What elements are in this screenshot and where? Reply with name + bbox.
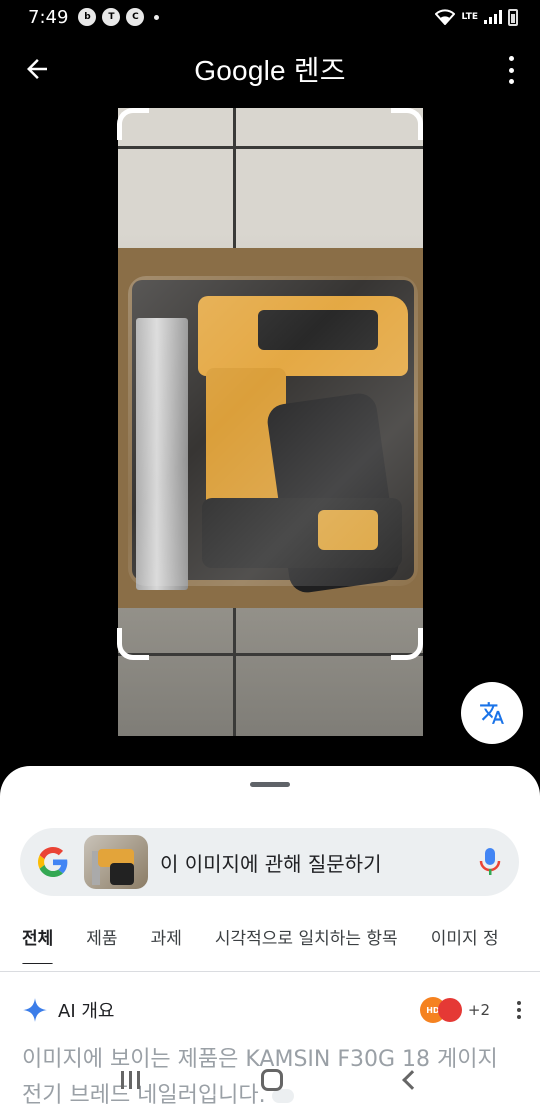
cardboard-box [118,248,423,608]
google-g-icon [38,847,68,877]
tile-grout [118,146,423,149]
ai-overview-header: AI 개요 HD +2 [22,992,522,1028]
image-thumbnail[interactable] [84,835,148,889]
tab-image-info[interactable]: 이미지 정 [431,924,499,964]
tab-homework[interactable]: 과제 [151,924,182,964]
tab-visual-matches[interactable]: 시각적으로 일치하는 항목 [215,924,398,964]
page-title: Google 렌즈 [194,55,346,86]
crop-handle-top-right[interactable] [391,108,423,140]
source-logo-icon [437,998,462,1022]
more-vert-icon[interactable] [506,56,516,84]
search-input[interactable]: 이 이미지에 관해 질문하기 [160,848,479,877]
battery-icon [508,8,518,26]
arrow-left-icon[interactable] [22,54,52,84]
c-app-icon: C [126,8,145,26]
crop-handle-bottom-right[interactable] [391,628,423,660]
mic-icon[interactable] [479,847,501,877]
crop-handle-bottom-left[interactable] [117,628,149,660]
plastic-bag [128,276,418,586]
translate-button[interactable] [461,682,523,744]
status-bar: 7:49 b T C LTE [0,0,540,34]
home-icon[interactable] [261,1069,284,1091]
result-tabs: 전체 제품 과제 시각적으로 일치하는 항목 이미지 정 [0,924,540,964]
crop-handle-top-left[interactable] [117,108,149,140]
translate-icon [480,702,504,724]
back-icon[interactable] [402,1070,423,1090]
system-nav-bar [0,1050,540,1110]
recents-icon[interactable] [120,1071,140,1089]
wifi-icon [435,9,456,25]
top-bar: Google 렌즈 [0,40,540,98]
sources-more-count: +2 [467,1001,490,1019]
tabs-divider [0,971,540,972]
notification-dot-icon [154,14,160,20]
drag-handle[interactable] [250,782,290,787]
status-time: 7:49 [28,6,69,28]
ai-overview-menu-icon[interactable] [516,1001,522,1019]
tab-products[interactable]: 제품 [86,924,117,964]
tile-grout [118,653,423,656]
captured-photo[interactable] [118,108,423,736]
ai-sources[interactable]: HD +2 [419,997,490,1023]
lte-indicator: LTE [461,11,478,22]
ai-overview-label: AI 개요 [58,1001,115,1022]
signal-icon [484,10,502,24]
tab-all[interactable]: 전체 [22,924,54,964]
kakaotalk-icon: T [102,8,121,26]
search-bar[interactable]: 이 이미지에 관해 질문하기 [20,828,519,896]
gemini-spark-icon [23,998,47,1022]
b-app-icon: b [78,8,97,26]
